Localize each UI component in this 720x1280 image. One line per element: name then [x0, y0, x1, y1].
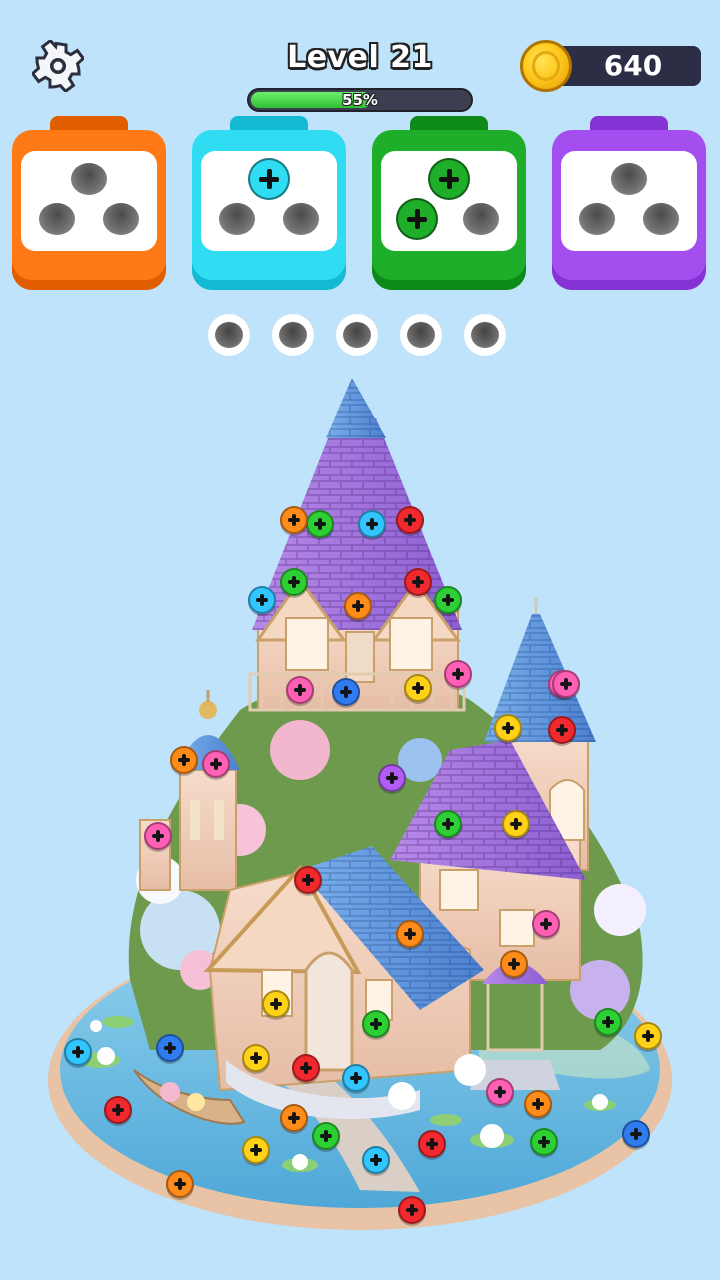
screw-pink[interactable] — [286, 676, 314, 704]
screw-cyan[interactable] — [358, 510, 386, 538]
buffer-slot[interactable] — [464, 314, 506, 356]
placed-screw — [396, 198, 438, 240]
screw-orange[interactable] — [524, 1090, 552, 1118]
screw-orange[interactable] — [500, 950, 528, 978]
screw-orange[interactable] — [344, 592, 372, 620]
screw-green[interactable] — [306, 510, 334, 538]
screw-orange[interactable] — [280, 1104, 308, 1132]
screw-red[interactable] — [294, 866, 322, 894]
orange-toolbox[interactable] — [12, 116, 166, 291]
screw-red[interactable] — [398, 1196, 426, 1224]
level-progress-text: 55% — [342, 91, 378, 109]
screw-pink[interactable] — [552, 670, 580, 698]
placed-screw — [428, 158, 470, 200]
empty-screw-hole — [643, 203, 679, 235]
empty-screw-hole — [39, 203, 75, 235]
screw-orange[interactable] — [166, 1170, 194, 1198]
castle-scene — [0, 370, 720, 1280]
purple-toolbox[interactable] — [552, 116, 706, 291]
buffer-slot[interactable] — [272, 314, 314, 356]
screw-blue[interactable] — [622, 1120, 650, 1148]
screw-green[interactable] — [434, 810, 462, 838]
screw-yellow[interactable] — [494, 714, 522, 742]
empty-screw-hole — [283, 203, 319, 235]
gear-icon — [30, 38, 86, 94]
screw-blue[interactable] — [332, 678, 360, 706]
empty-screw-hole — [611, 163, 647, 195]
screw-red[interactable] — [404, 568, 432, 596]
screw-green[interactable] — [312, 1122, 340, 1150]
screw-pink[interactable] — [444, 660, 472, 688]
coin-count: 640 — [603, 49, 663, 82]
screw-green[interactable] — [362, 1010, 390, 1038]
screw-green[interactable] — [434, 586, 462, 614]
toolbox-panel — [381, 151, 517, 251]
screw-yellow[interactable] — [404, 674, 432, 702]
buffer-slot[interactable] — [400, 314, 442, 356]
screw-red[interactable] — [104, 1096, 132, 1124]
screw-cyan[interactable] — [362, 1146, 390, 1174]
empty-screw-hole — [103, 203, 139, 235]
screw-purple[interactable] — [378, 764, 406, 792]
screw-pink[interactable] — [532, 910, 560, 938]
empty-screw-hole — [219, 203, 255, 235]
screw-green[interactable] — [530, 1128, 558, 1156]
level-progress-bar: 55% — [247, 88, 473, 112]
screw-red[interactable] — [548, 716, 576, 744]
screw-orange[interactable] — [280, 506, 308, 534]
screw-pink[interactable] — [486, 1078, 514, 1106]
screw-yellow[interactable] — [502, 810, 530, 838]
screw-yellow[interactable] — [634, 1022, 662, 1050]
castle-illustration — [48, 378, 672, 1230]
buffer-slot[interactable] — [208, 314, 250, 356]
screw-red[interactable] — [292, 1054, 320, 1082]
empty-screw-hole — [463, 203, 499, 235]
toolbox-panel — [201, 151, 337, 251]
screw-cyan[interactable] — [64, 1038, 92, 1066]
screw-pink[interactable] — [144, 822, 172, 850]
cyan-toolbox[interactable] — [192, 116, 346, 291]
screw-cyan[interactable] — [342, 1064, 370, 1092]
screw-green[interactable] — [280, 568, 308, 596]
level-title: Level 21 — [287, 40, 433, 75]
settings-button[interactable] — [30, 38, 86, 94]
empty-screw-hole — [71, 163, 107, 195]
screw-orange[interactable] — [170, 746, 198, 774]
screw-yellow[interactable] — [242, 1136, 270, 1164]
green-toolbox[interactable] — [372, 116, 526, 291]
screw-orange[interactable] — [396, 920, 424, 948]
toolbox-panel — [561, 151, 697, 251]
screw-yellow[interactable] — [242, 1044, 270, 1072]
empty-screw-hole — [579, 203, 615, 235]
coin-icon — [520, 40, 572, 92]
toolbox-panel — [21, 151, 157, 251]
screw-pink[interactable] — [202, 750, 230, 778]
screw-blue[interactable] — [156, 1034, 184, 1062]
placed-screw — [248, 158, 290, 200]
screw-red[interactable] — [418, 1130, 446, 1158]
screw-cyan[interactable] — [248, 586, 276, 614]
screw-red[interactable] — [396, 506, 424, 534]
screw-green[interactable] — [594, 1008, 622, 1036]
buffer-slot[interactable] — [336, 314, 378, 356]
screw-yellow[interactable] — [262, 990, 290, 1018]
